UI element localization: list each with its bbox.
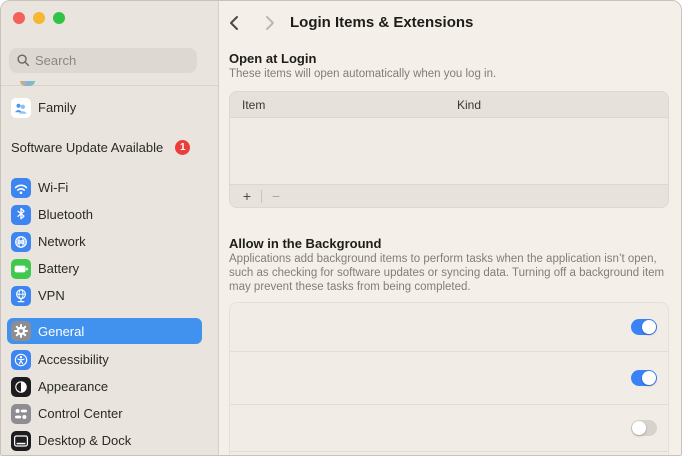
toggle-knob bbox=[632, 421, 646, 435]
main-panel: Login Items & Extensions Open at Login T… bbox=[219, 1, 681, 455]
search-input[interactable] bbox=[9, 48, 197, 73]
update-count-badge: 1 bbox=[175, 140, 191, 155]
remove-login-item-button[interactable]: − bbox=[265, 187, 287, 205]
page-title: Login Items & Extensions bbox=[290, 14, 474, 31]
sidebar-item-control-center[interactable]: Control Center bbox=[7, 400, 202, 427]
zoom-button[interactable] bbox=[53, 12, 65, 24]
sidebar-item-label: Family bbox=[38, 100, 77, 115]
background-items-card bbox=[229, 302, 669, 455]
window-controls bbox=[13, 12, 65, 24]
sidebar-divider bbox=[1, 85, 218, 86]
sidebar-item-family[interactable]: Family bbox=[7, 94, 202, 121]
background-item-toggle[interactable] bbox=[631, 420, 657, 436]
column-header-item: Item bbox=[242, 97, 266, 112]
back-button[interactable] bbox=[225, 13, 245, 33]
forward-button[interactable] bbox=[259, 13, 279, 33]
background-item-toggle[interactable] bbox=[631, 319, 657, 335]
toggle-knob bbox=[642, 320, 656, 334]
sidebar-item-label: Network bbox=[38, 234, 86, 249]
sidebar-item-general[interactable]: General bbox=[7, 318, 202, 344]
open-at-login-description: These items will open automatically when… bbox=[229, 68, 497, 80]
minimize-button[interactable] bbox=[33, 12, 45, 24]
gear-icon bbox=[11, 321, 31, 341]
sidebar-item-label: Software Update Available bbox=[11, 140, 164, 155]
sidebar-item-label: Desktop & Dock bbox=[38, 433, 132, 448]
table-footer: + − bbox=[230, 184, 668, 207]
toggle-knob bbox=[642, 371, 656, 385]
chevron-right-icon bbox=[266, 16, 274, 30]
add-login-item-button[interactable]: + bbox=[236, 187, 258, 205]
vpn-globe-icon bbox=[11, 285, 31, 306]
background-item-row-partial bbox=[230, 452, 668, 455]
wifi-icon bbox=[11, 177, 31, 198]
sidebar-item-label: Battery bbox=[38, 261, 80, 276]
sidebar-item-desktop-dock[interactable]: Desktop & Dock bbox=[7, 427, 202, 454]
background-item-row[interactable] bbox=[230, 352, 668, 405]
table-body-empty[interactable] bbox=[230, 118, 668, 184]
sidebar-item-accessibility[interactable]: Accessibility bbox=[7, 346, 202, 373]
desktop-dock-icon bbox=[11, 430, 31, 451]
network-globe-icon bbox=[11, 231, 31, 252]
sidebar-item-vpn[interactable]: VPN bbox=[7, 282, 202, 309]
table-header-row: Item Kind bbox=[230, 92, 668, 118]
sidebar-item-bluetooth[interactable]: Bluetooth bbox=[7, 201, 202, 228]
sidebar-item-appearance[interactable]: Appearance bbox=[7, 373, 202, 400]
chevron-left-icon bbox=[230, 16, 238, 30]
open-at-login-heading: Open at Login bbox=[229, 51, 317, 66]
sidebar-item-label: General bbox=[38, 323, 85, 339]
sidebar-item-label: Appearance bbox=[38, 379, 109, 394]
close-button[interactable] bbox=[13, 12, 25, 24]
sidebar-item-network[interactable]: Network bbox=[7, 228, 202, 255]
allow-background-heading: Allow in the Background bbox=[229, 236, 382, 251]
sidebar-item-software-update[interactable]: Software Update Available 1 bbox=[7, 134, 202, 161]
sidebar: Family Software Update Available 1 Wi-Fi… bbox=[1, 1, 219, 455]
appearance-icon bbox=[11, 376, 31, 397]
column-header-kind: Kind bbox=[457, 97, 482, 112]
sidebar-item-label: Control Center bbox=[38, 406, 123, 421]
family-icon bbox=[11, 97, 31, 118]
control-center-icon bbox=[11, 403, 31, 424]
button-divider bbox=[261, 189, 262, 203]
sidebar-item-label: Bluetooth bbox=[38, 207, 93, 222]
sidebar-item-label: Wi-Fi bbox=[38, 180, 69, 195]
bluetooth-icon bbox=[11, 204, 31, 225]
allow-background-description: Applications add background items to per… bbox=[229, 253, 665, 293]
login-items-table: Item Kind + − bbox=[229, 91, 669, 208]
sidebar-item-label: Accessibility bbox=[38, 352, 109, 367]
background-item-row[interactable] bbox=[230, 303, 668, 352]
background-item-toggle[interactable] bbox=[631, 370, 657, 386]
system-settings-window: Family Software Update Available 1 Wi-Fi… bbox=[0, 0, 682, 456]
accessibility-icon bbox=[11, 349, 31, 370]
battery-icon bbox=[11, 258, 31, 279]
sidebar-item-label: VPN bbox=[38, 288, 65, 303]
sidebar-item-wifi[interactable]: Wi-Fi bbox=[7, 174, 202, 201]
sidebar-item-battery[interactable]: Battery bbox=[7, 255, 202, 282]
background-item-row[interactable] bbox=[230, 405, 668, 452]
